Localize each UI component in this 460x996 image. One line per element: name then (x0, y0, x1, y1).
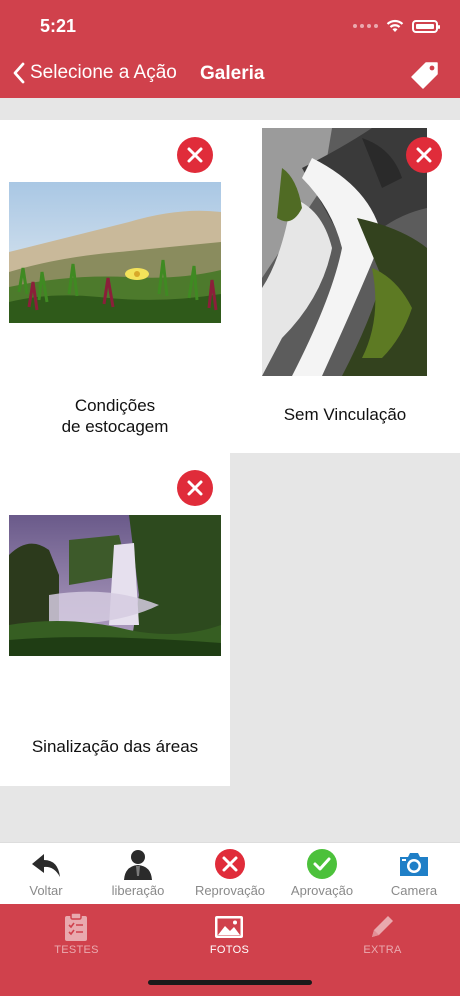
action-toolbar: Voltar liberação Reprovação Aprovação Ca… (0, 842, 460, 904)
aprovacao-button[interactable]: Aprovação (276, 843, 368, 905)
wifi-icon (386, 19, 404, 32)
tab-fotos[interactable]: FOTOS (153, 904, 306, 966)
photo-caption: Sem Vinculação (283, 405, 407, 424)
chevron-left-icon (13, 62, 25, 84)
camera-icon (400, 853, 428, 876)
status-bar: 5:21 (0, 0, 460, 50)
app-header: 5:21 Selecione a Ação Galeria (0, 0, 460, 98)
person-icon (124, 850, 152, 880)
photos-icon (215, 916, 243, 938)
back-button[interactable]: Selecione a Ação (12, 62, 177, 84)
clipboard-icon (65, 912, 87, 941)
tab-fotos-label: FOTOS (209, 944, 250, 956)
gallery-item[interactable]: Sem Vinculação (230, 120, 460, 453)
reply-arrow-icon (32, 854, 60, 877)
tab-extra-label: EXTRA (363, 944, 402, 956)
cellular-signal-icon (353, 24, 378, 28)
battery-icon (412, 19, 440, 33)
close-icon (416, 147, 432, 163)
tag-icon[interactable] (410, 60, 440, 90)
camera-label: Camera (390, 883, 438, 898)
approve-icon (307, 849, 337, 879)
liberacao-button[interactable]: liberação (92, 843, 184, 905)
navigation-bar: Selecione a Ação Galeria (0, 50, 460, 98)
liberacao-label: liberação (111, 883, 165, 898)
tab-extra[interactable]: EXTRA (306, 904, 459, 966)
gallery-photo-waterfall-rocks[interactable] (262, 128, 427, 376)
close-icon (187, 147, 203, 163)
reprovacao-label: Reprovação (194, 883, 266, 898)
tab-testes[interactable]: TESTES (0, 904, 153, 966)
camera-button[interactable]: Camera (368, 843, 460, 905)
tab-bar: TESTES FOTOS EXTRA (0, 904, 460, 996)
gallery-photo-waterfall-cliff[interactable] (9, 515, 221, 656)
home-indicator (148, 980, 312, 985)
gallery-photo-dunes[interactable] (9, 182, 221, 323)
tab-testes-label: TESTES (54, 944, 99, 956)
remove-photo-button[interactable] (177, 470, 213, 506)
close-icon (187, 480, 203, 496)
page-title: Galeria (200, 63, 265, 84)
aprovacao-label: Aprovação (290, 883, 354, 898)
status-icons (353, 18, 440, 34)
reject-icon (215, 849, 245, 879)
voltar-label: Voltar (29, 883, 63, 898)
photo-caption: Condições de estocagem (61, 396, 169, 436)
gallery-item[interactable]: Condições de estocagem (0, 120, 230, 453)
reprovacao-button[interactable]: Reprovação (184, 843, 276, 905)
remove-photo-button[interactable] (406, 137, 442, 173)
back-button-label: Selecione a Ação (30, 62, 177, 83)
voltar-button[interactable]: Voltar (0, 843, 92, 905)
remove-photo-button[interactable] (177, 137, 213, 173)
gallery-top-gap (0, 98, 460, 120)
photo-caption: Sinalização das áreas (31, 737, 199, 756)
gallery-item[interactable]: Sinalização das áreas (0, 453, 230, 786)
pencil-icon (372, 916, 393, 937)
status-time: 5:21 (40, 16, 77, 36)
